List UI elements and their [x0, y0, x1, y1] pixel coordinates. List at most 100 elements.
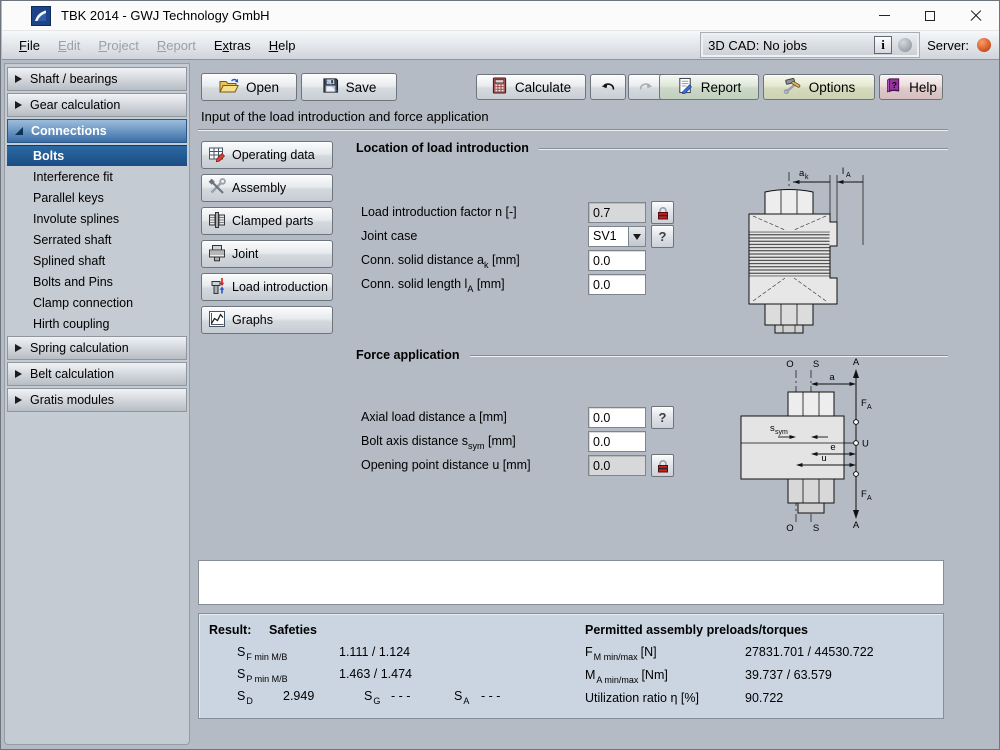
menu-help[interactable]: Help — [260, 35, 305, 56]
page-title: Input of the load introduction and force… — [201, 109, 489, 124]
sidebar-item-parallel-keys[interactable]: Parallel keys — [7, 187, 187, 208]
close-button[interactable] — [953, 1, 999, 30]
help-label: Help — [909, 80, 937, 95]
torque-ma-value: 39.737 / 63.579 — [745, 668, 832, 682]
sidebar-item-interference-fit[interactable]: Interference fit — [7, 166, 187, 187]
sidebar-item-involute-splines[interactable]: Involute splines — [7, 208, 187, 229]
sidebar-item-serrated-shaft[interactable]: Serrated shaft — [7, 229, 187, 250]
menu-file[interactable]: File — [10, 35, 49, 56]
app-logo-icon — [31, 6, 51, 26]
svg-text:S: S — [813, 523, 819, 534]
axial-load-help-button[interactable]: ? — [651, 406, 674, 429]
safety-sd-symbol: SD — [237, 689, 253, 703]
save-button[interactable]: Save — [301, 73, 397, 101]
lock-button[interactable] — [651, 454, 674, 477]
safety-sf-symbol: SF min M/B — [237, 645, 287, 659]
maximize-button[interactable] — [907, 1, 953, 30]
load-introduction-factor-input — [588, 202, 646, 223]
clamped-parts-icon — [208, 211, 226, 232]
joint-case-dropdown[interactable]: SV1 — [588, 226, 646, 247]
preload-fm-value: 27831.701 / 44530.722 — [745, 645, 874, 659]
nav-graphs-button[interactable]: Graphs — [201, 306, 333, 334]
nav-label: Load introduction — [232, 280, 328, 294]
nav-label: Clamped parts — [232, 214, 313, 228]
options-button[interactable]: Options — [763, 74, 875, 100]
menu-report[interactable]: Report — [148, 35, 205, 56]
lock-button[interactable] — [651, 201, 674, 224]
sidebar-item-bolts-and-pins[interactable]: Bolts and Pins — [7, 271, 187, 292]
nav-clamped-parts-button[interactable]: Clamped parts — [201, 207, 333, 235]
cad-status-text: 3D CAD: No jobs — [708, 38, 868, 53]
minimize-icon — [879, 15, 890, 16]
sidebar-section-gear-calculation[interactable]: Gear calculation — [7, 93, 187, 117]
svg-text:e: e — [830, 442, 835, 453]
sidebar-item-splined-shaft[interactable]: Splined shaft — [7, 250, 187, 271]
report-label: Report — [701, 80, 742, 95]
help-button[interactable]: ? Help — [879, 74, 943, 100]
conn-solid-length-input[interactable] — [588, 274, 646, 295]
safety-sd-value: 2.949 — [283, 689, 314, 703]
app-window: TBK 2014 - GWJ Technology GmbH File Edit… — [0, 0, 1000, 750]
sidebar-section-spring-calculation[interactable]: Spring calculation — [7, 336, 187, 360]
field-label: Joint case — [361, 229, 417, 246]
nav-label: Operating data — [232, 148, 315, 162]
sidebar-item-bolts[interactable]: Bolts — [7, 145, 187, 166]
safety-sg-symbol: SG — [364, 689, 380, 703]
nav-operating-data-button[interactable]: Operating data — [201, 141, 333, 169]
report-button[interactable]: Report — [659, 74, 759, 100]
sidebar-section-shaft-bearings[interactable]: Shaft / bearings — [7, 67, 187, 91]
result-panel: Result: Safeties SF min M/B 1.111 / 1.12… — [198, 613, 944, 719]
safety-sp-symbol: SP min M/B — [237, 667, 288, 681]
safety-sg-value: - - - — [391, 689, 410, 703]
svg-text:A: A — [867, 404, 872, 411]
nav-label: Joint — [232, 247, 258, 261]
nav-joint-button[interactable]: Joint — [201, 240, 333, 268]
expanded-triangle-icon — [15, 127, 23, 135]
joint-case-help-button[interactable]: ? — [651, 225, 674, 248]
svg-text:A: A — [846, 172, 851, 179]
nav-assembly-button[interactable]: Assembly — [201, 174, 333, 202]
sidebar-item-clamp-connection[interactable]: Clamp connection — [7, 292, 187, 313]
nav-label: Assembly — [232, 181, 286, 195]
svg-text:O: O — [786, 523, 793, 534]
collapsed-triangle-icon — [15, 75, 22, 83]
axial-load-distance-input[interactable] — [588, 407, 646, 428]
field-label: Conn. solid length lA [mm] — [361, 277, 505, 294]
svg-text:S: S — [813, 359, 819, 370]
joint-case-value: SV1 — [589, 227, 628, 246]
close-icon — [970, 10, 982, 22]
menu-extras[interactable]: Extras — [205, 35, 260, 56]
sidebar-section-belt-calculation[interactable]: Belt calculation — [7, 362, 187, 386]
save-floppy-icon — [322, 77, 339, 97]
menu-bar: File Edit Project Report Extras Help 3D … — [2, 31, 999, 60]
server-status-indicator — [977, 38, 991, 52]
window-controls — [861, 1, 999, 30]
sidebar: Shaft / bearings Gear calculation Connec… — [4, 63, 190, 745]
cad-info-button[interactable]: i — [874, 36, 892, 54]
open-button[interactable]: Open — [201, 73, 297, 101]
collapsed-triangle-icon — [15, 396, 22, 404]
graphs-icon — [208, 310, 226, 331]
redo-icon — [637, 79, 655, 95]
utilization-ratio-value: 90.722 — [745, 691, 783, 705]
message-area — [198, 560, 944, 605]
chevron-down-icon — [633, 234, 641, 240]
undo-button[interactable] — [590, 74, 626, 100]
sidebar-section-connections[interactable]: Connections — [7, 119, 187, 143]
cad-status-indicator — [898, 38, 912, 52]
sidebar-item-hirth-coupling[interactable]: Hirth coupling — [7, 313, 187, 334]
nav-load-introduction-button[interactable]: Load introduction — [201, 273, 333, 301]
bolt-axis-distance-input[interactable] — [588, 431, 646, 452]
dropdown-button[interactable] — [628, 227, 645, 246]
menu-project[interactable]: Project — [89, 35, 147, 56]
result-label: Result: — [209, 623, 251, 637]
calculate-button[interactable]: Calculate — [476, 74, 586, 100]
calculate-label: Calculate — [515, 80, 571, 95]
sidebar-section-gratis-modules[interactable]: Gratis modules — [7, 388, 187, 412]
minimize-button[interactable] — [861, 1, 907, 30]
permitted-title: Permitted assembly preloads/torques — [585, 623, 808, 637]
conn-solid-distance-input[interactable] — [588, 250, 646, 271]
menu-edit[interactable]: Edit — [49, 35, 89, 56]
divider — [198, 129, 948, 131]
torque-ma-symbol: MA min/max[Nm] — [585, 668, 668, 682]
